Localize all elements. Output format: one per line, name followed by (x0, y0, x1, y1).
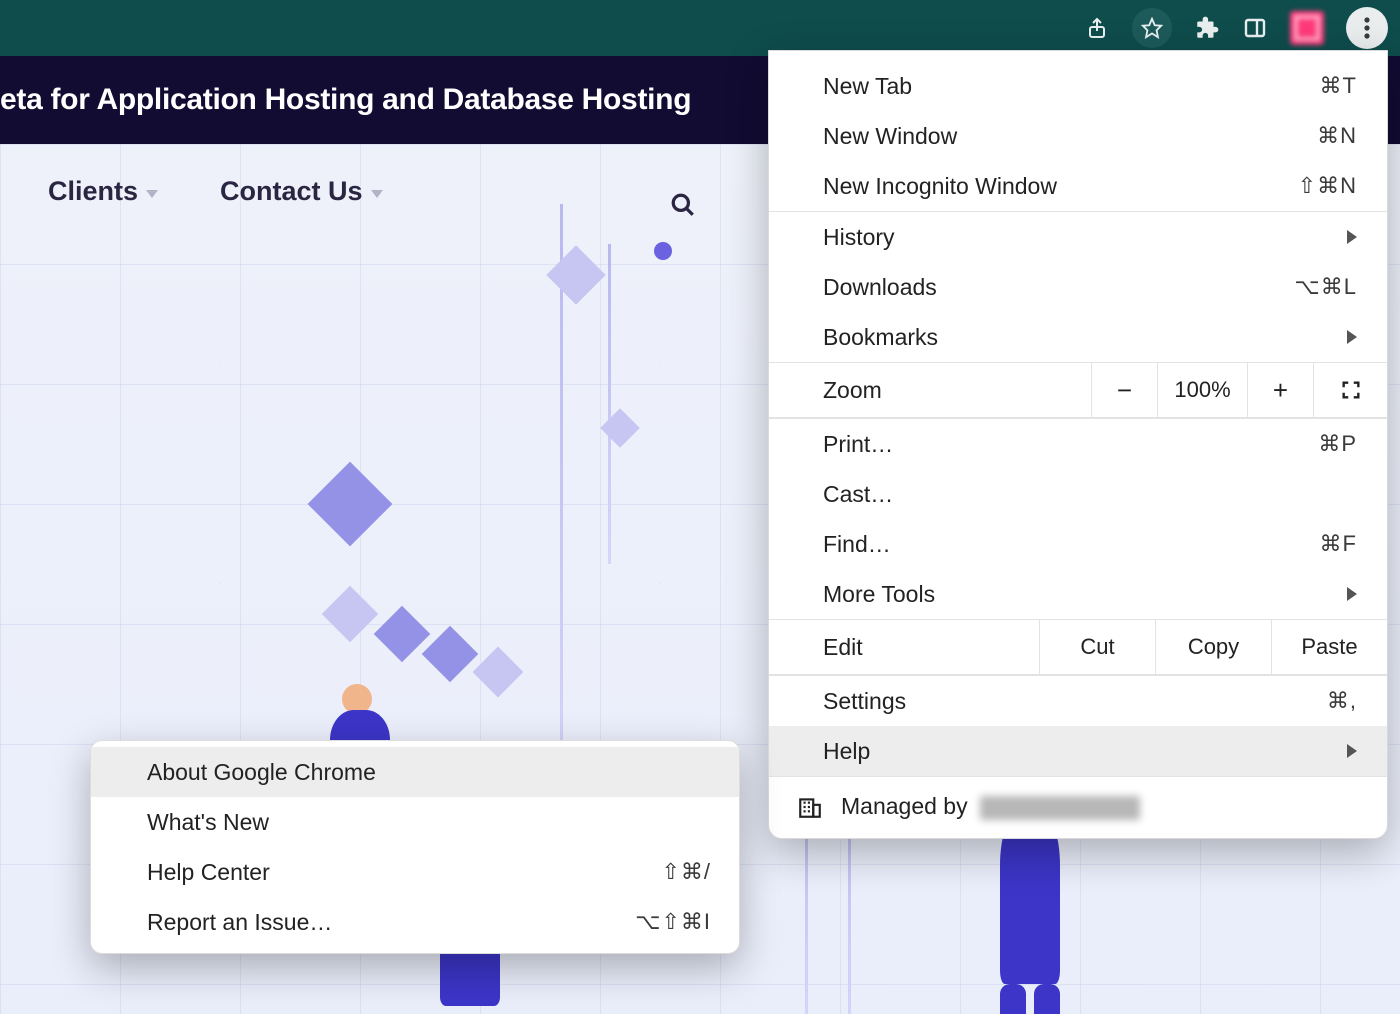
menu-find[interactable]: Find… ⌘F (769, 519, 1387, 569)
browser-toolbar (0, 0, 1400, 56)
profile-avatar[interactable] (1290, 11, 1324, 45)
decor-person-head (342, 684, 372, 714)
extensions-icon[interactable] (1194, 15, 1220, 41)
side-panel-icon[interactable] (1242, 15, 1268, 41)
caret-down-icon (371, 190, 383, 198)
menu-new-tab[interactable]: New Tab ⌘T (769, 61, 1387, 111)
edit-cut-button[interactable]: Cut (1039, 620, 1155, 674)
shortcut: ⌘F (1320, 531, 1357, 557)
menu-cast[interactable]: Cast… (769, 469, 1387, 519)
help-submenu: About Google Chrome What's New Help Cent… (90, 740, 740, 954)
site-search-button[interactable] (670, 192, 696, 218)
menu-print[interactable]: Print… ⌘P (769, 419, 1387, 469)
nav-item-contact[interactable]: Contact Us (220, 176, 383, 207)
shortcut: ⌥⌘L (1294, 274, 1357, 300)
help-whats-new[interactable]: What's New (91, 797, 739, 847)
bookmark-star-icon[interactable] (1132, 8, 1172, 48)
nav-label: Contact Us (220, 176, 363, 207)
shortcut: ⌘, (1327, 688, 1357, 714)
banner-text: eta for Application Hosting and Database… (0, 83, 691, 117)
menu-label: Settings (823, 688, 906, 715)
menu-help[interactable]: Help (769, 726, 1387, 776)
decor-leg (1000, 984, 1026, 1014)
zoom-in-button[interactable]: + (1247, 363, 1313, 417)
menu-label: New Incognito Window (823, 173, 1057, 200)
menu-history[interactable]: History (769, 212, 1387, 262)
menu-more-tools[interactable]: More Tools (769, 569, 1387, 619)
zoom-out-button[interactable]: − (1091, 363, 1157, 417)
shortcut: ⌥⇧⌘I (635, 909, 711, 935)
menu-label: Help (823, 738, 870, 765)
menu-label: More Tools (823, 581, 935, 608)
decor-diamond (422, 626, 479, 683)
menu-label: Zoom (769, 363, 1091, 417)
help-report-issue[interactable]: Report an Issue… ⌥⇧⌘I (91, 897, 739, 947)
managed-prefix: Managed by (841, 793, 974, 819)
shortcut: ⌘T (1320, 73, 1357, 99)
shortcut: ⇧⌘/ (661, 859, 711, 885)
menu-edit-row: Edit Cut Copy Paste (769, 619, 1387, 675)
menu-label: Edit (769, 620, 1039, 674)
decor-dot (654, 242, 672, 260)
menu-label: Cast… (823, 481, 893, 508)
chevron-right-icon (1347, 330, 1357, 344)
decor-leg (1034, 984, 1060, 1014)
help-help-center[interactable]: Help Center ⇧⌘/ (91, 847, 739, 897)
decor-person-body (1000, 814, 1060, 984)
menu-zoom-row: Zoom − 100% + (769, 362, 1387, 418)
decor-diamond (374, 606, 431, 663)
menu-label: Report an Issue… (147, 909, 332, 936)
shortcut: ⇧⌘N (1298, 173, 1357, 199)
decor-diamond (546, 245, 605, 304)
menu-label: Print… (823, 431, 893, 458)
help-about-chrome[interactable]: About Google Chrome (91, 747, 739, 797)
decor-diamond (308, 462, 393, 547)
menu-new-incognito[interactable]: New Incognito Window ⇧⌘N (769, 161, 1387, 211)
decor-diamond (473, 647, 524, 698)
chevron-right-icon (1347, 587, 1357, 601)
menu-label: What's New (147, 809, 269, 836)
menu-label: About Google Chrome (147, 759, 376, 786)
menu-settings[interactable]: Settings ⌘, (769, 676, 1387, 726)
share-icon[interactable] (1084, 15, 1110, 41)
menu-downloads[interactable]: Downloads ⌥⌘L (769, 262, 1387, 312)
nav-label: Clients (48, 176, 138, 207)
menu-managed-by[interactable]: Managed by (769, 776, 1387, 838)
redacted-org (980, 796, 1140, 820)
building-icon (797, 794, 823, 820)
menu-label: New Tab (823, 73, 912, 100)
decor-line (608, 244, 611, 564)
shortcut: ⌘P (1318, 431, 1357, 457)
menu-label: Downloads (823, 274, 937, 301)
shortcut: ⌘N (1317, 123, 1357, 149)
site-nav: Clients Contact Us (48, 176, 383, 207)
menu-label: Find… (823, 531, 891, 558)
menu-label: Help Center (147, 859, 270, 886)
decor-diamond (600, 408, 640, 448)
menu-new-window[interactable]: New Window ⌘N (769, 111, 1387, 161)
chrome-main-menu: New Tab ⌘T New Window ⌘N New Incognito W… (768, 50, 1388, 839)
edit-paste-button[interactable]: Paste (1271, 620, 1387, 674)
menu-label: History (823, 224, 895, 251)
fullscreen-button[interactable] (1313, 363, 1387, 417)
menu-bookmarks[interactable]: Bookmarks (769, 312, 1387, 362)
menu-label: Bookmarks (823, 324, 938, 351)
menu-label: New Window (823, 123, 957, 150)
chevron-right-icon (1347, 230, 1357, 244)
decor-diamond (322, 586, 379, 643)
chrome-menu-button[interactable] (1346, 7, 1388, 49)
edit-copy-button[interactable]: Copy (1155, 620, 1271, 674)
managed-text: Managed by (841, 793, 1140, 820)
caret-down-icon (146, 190, 158, 198)
zoom-value: 100% (1157, 363, 1247, 417)
nav-item-clients[interactable]: Clients (48, 176, 158, 207)
chevron-right-icon (1347, 744, 1357, 758)
